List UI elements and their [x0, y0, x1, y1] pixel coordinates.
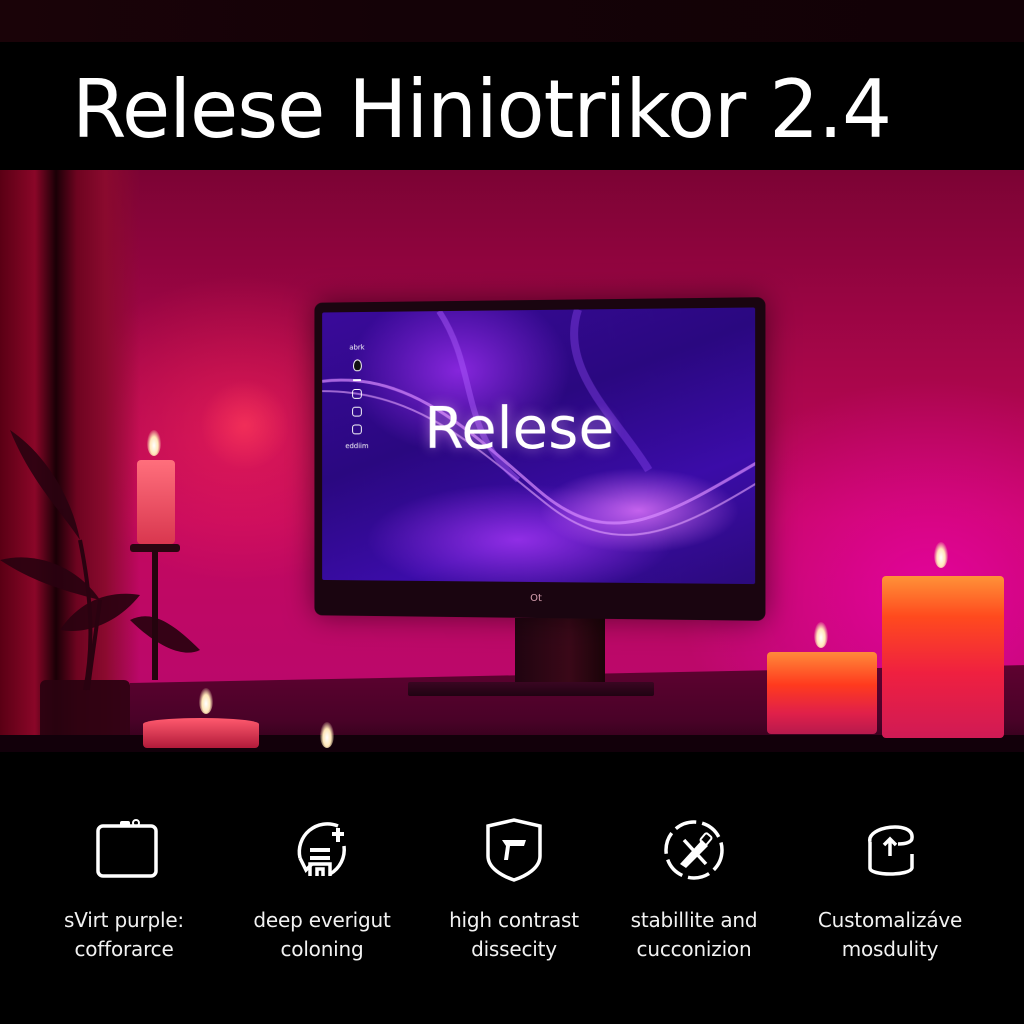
sidebar-label: abrk: [349, 343, 365, 352]
feature-label-line2: dissecity: [471, 937, 557, 961]
candle-medium-right: [767, 652, 877, 734]
refresh-stack-icon: [297, 822, 346, 876]
screen-title: Relese: [424, 393, 615, 463]
page-title: Relese Hiniotrikor 2.4: [72, 63, 892, 156]
avatar-icon[interactable]: [352, 359, 362, 372]
folder-icon: [96, 819, 158, 878]
feature-label-line2: cucconizion: [636, 937, 752, 961]
monitor-logo: Ot: [530, 592, 542, 605]
feature-label-line1: deep everigut: [253, 908, 391, 932]
feature-item: stabillite and cucconizion: [594, 812, 794, 964]
folder-icon[interactable]: [352, 406, 362, 417]
divider-icon: [353, 379, 361, 382]
sidebar-label: eddiim: [345, 442, 369, 451]
flame: [934, 542, 948, 568]
feature-item: Customalizáve mosdulity: [790, 812, 990, 964]
monitor-stand-neck: [515, 618, 605, 688]
pen-cycle-icon: [664, 820, 724, 880]
app-icon[interactable]: [352, 424, 362, 435]
flame: [814, 622, 828, 648]
feature-label-line1: stabillite and: [630, 908, 758, 932]
shield-f-icon: [486, 818, 542, 882]
candle-tea-left: [143, 718, 259, 748]
feature-label-line2: cofforarce: [74, 937, 174, 961]
feature-label-line2: coloning: [280, 937, 364, 961]
flame: [199, 688, 213, 714]
feature-item: deep everigut coloning: [222, 812, 422, 964]
candle-large-right: [882, 576, 1004, 738]
upload-container-icon: [868, 825, 914, 876]
feature-item: sVirt purple: cofforarce: [24, 812, 224, 964]
desktop-sidebar: abrk eddiim: [345, 343, 369, 451]
feature-label-line1: sVirt purple:: [64, 908, 184, 932]
monitor: abrk eddiim Relese Ot: [314, 297, 766, 621]
flame: [147, 430, 161, 456]
candle-holder-stem: [152, 550, 158, 680]
flame: [320, 722, 334, 748]
features-section: sVirt purple: cofforarce deep everigut c…: [0, 752, 1024, 1024]
candle-tall-left: [137, 460, 175, 544]
monitor-stand-base: [408, 682, 654, 696]
settings-icon[interactable]: [352, 388, 362, 399]
monitor-screen: abrk eddiim Relese: [322, 307, 756, 585]
feature-label-line1: Customalizáve: [817, 908, 963, 932]
feature-label-line2: mosdulity: [841, 937, 939, 961]
hero-scene: abrk eddiim Relese Ot: [0, 170, 1024, 752]
top-strip: [0, 0, 1024, 42]
feature-label-line1: high contrast: [449, 908, 579, 932]
feature-item: high contrast dissecity: [414, 812, 614, 964]
